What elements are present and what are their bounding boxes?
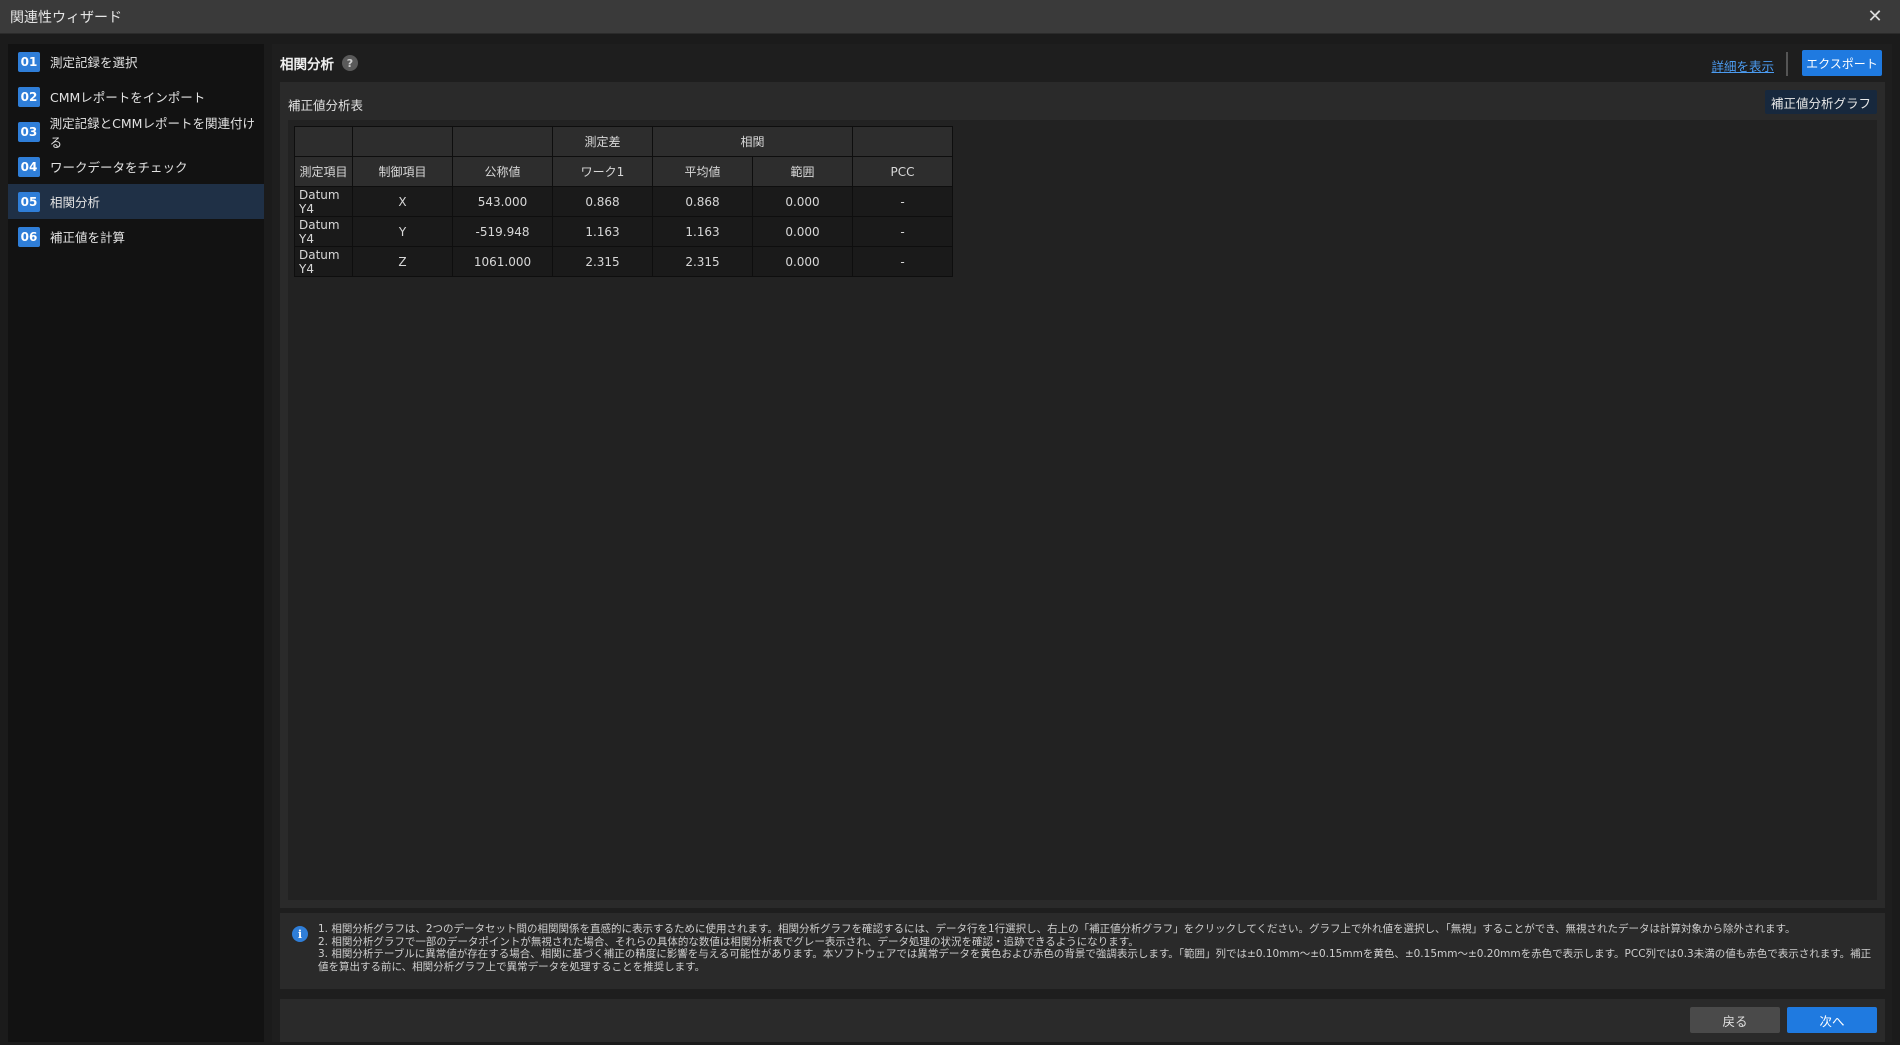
table-cell: -	[852, 246, 953, 277]
table-cell: 1061.000	[452, 246, 553, 277]
correlation-table: 測定差 相関 測定項目 制御項目 公称値 ワーク1 平均値 範囲 PCC Dat…	[294, 126, 953, 277]
step-number: 03	[18, 121, 40, 142]
table-cell: Y	[352, 216, 453, 247]
column-header[interactable]: ワーク1	[552, 156, 653, 187]
footer-bar: 戻る 次へ	[280, 999, 1885, 1042]
title-bar: 関連性ウィザード ✕	[0, 0, 1900, 34]
table-area: 測定差 相関 測定項目 制御項目 公称値 ワーク1 平均値 範囲 PCC Dat…	[288, 120, 1877, 900]
table-row[interactable]: Datum Y4 X 543.000 0.868 0.868 0.000 -	[294, 186, 953, 217]
step-label: 補正値を計算	[50, 230, 126, 245]
table-group-header-row: 測定差 相関	[294, 126, 953, 157]
card-title: 補正値分析表	[288, 98, 364, 113]
info-note-3-cont: 値を算出する前に、相関分析グラフ上で異常データを処理することを推奨します。	[318, 960, 706, 973]
column-header[interactable]: PCC	[852, 156, 953, 187]
step-import-cmm[interactable]: 02 CMMレポートをインポート	[8, 79, 264, 114]
export-button[interactable]: エクスポート	[1802, 50, 1882, 76]
back-button[interactable]: 戻る	[1690, 1007, 1780, 1033]
step-correlation-analysis[interactable]: 05 相関分析	[8, 184, 264, 219]
group-header-correlation: 相関	[652, 126, 853, 157]
wizard-steps-sidebar: 01 測定記録を選択 02 CMMレポートをインポート 03 測定記録とCMMレ…	[8, 44, 264, 1042]
step-number: 01	[18, 51, 40, 72]
info-icon: i	[292, 926, 308, 942]
step-label: CMMレポートをインポート	[50, 90, 206, 105]
step-associate[interactable]: 03 測定記録とCMMレポートを関連付ける	[8, 114, 264, 150]
next-button[interactable]: 次へ	[1787, 1007, 1877, 1033]
show-details-link[interactable]: 詳細を表示	[1711, 56, 1774, 75]
step-number: 02	[18, 86, 40, 107]
step-number: 04	[18, 156, 40, 177]
info-note-2: 2. 相関分析グラフで一部のデータポイントが無視された場合、それらの具体的な数値…	[318, 935, 1139, 948]
divider	[1786, 52, 1788, 76]
main-header: 相関分析 ? 詳細を表示 エクスポート	[272, 44, 1892, 82]
column-header[interactable]: 公称値	[452, 156, 553, 187]
info-notes: i 1. 相関分析グラフは、2つのデータセット間の相関関係を直感的に表示するため…	[280, 913, 1885, 989]
column-header[interactable]: 範囲	[752, 156, 853, 187]
table-cell: 2.315	[652, 246, 753, 277]
window-title: 関連性ウィザード	[10, 9, 122, 26]
analysis-card: 補正値分析表 補正値分析グラフ 測定差 相関 測定項目 制御項目 公称値 ワーク…	[280, 82, 1885, 908]
table-cell: -519.948	[452, 216, 553, 247]
column-header[interactable]: 制御項目	[352, 156, 453, 187]
header-cell-empty	[852, 126, 953, 157]
close-icon[interactable]: ✕	[1864, 6, 1886, 28]
column-header[interactable]: 平均値	[652, 156, 753, 187]
table-cell: 1.163	[552, 216, 653, 247]
header-cell-empty	[294, 126, 353, 157]
main-panel: 相関分析 ? 詳細を表示 エクスポート 補正値分析表 補正値分析グラフ 測定差 …	[272, 44, 1892, 1042]
table-cell: 0.868	[652, 186, 753, 217]
table-cell: Z	[352, 246, 453, 277]
info-note-1: 1. 相関分析グラフは、2つのデータセット間の相関関係を直感的に表示するために使…	[318, 923, 1796, 935]
step-select-record[interactable]: 01 測定記録を選択	[8, 44, 264, 79]
table-cell: 0.000	[752, 186, 853, 217]
step-number: 05	[18, 191, 40, 212]
page-title: 相関分析	[280, 57, 334, 73]
table-cell: 0.000	[752, 216, 853, 247]
header-cell-empty	[352, 126, 453, 157]
step-label: 相関分析	[50, 195, 101, 210]
group-header-measurement-diff: 測定差	[552, 126, 653, 157]
table-cell: 543.000	[452, 186, 553, 217]
table-row[interactable]: Datum Y4 Z 1061.000 2.315 2.315 0.000 -	[294, 246, 953, 277]
table-cell: Datum Y4	[294, 216, 353, 247]
table-cell: 1.163	[652, 216, 753, 247]
column-header[interactable]: 測定項目	[294, 156, 353, 187]
correction-graph-button[interactable]: 補正値分析グラフ	[1764, 90, 1877, 114]
table-cell: X	[352, 186, 453, 217]
step-calculate-correction[interactable]: 06 補正値を計算	[8, 219, 264, 254]
step-check-work-data[interactable]: 04 ワークデータをチェック	[8, 149, 264, 184]
table-cell: 2.315	[552, 246, 653, 277]
step-label: 測定記録を選択	[50, 55, 138, 70]
table-cell: -	[852, 186, 953, 217]
table-cell: Datum Y4	[294, 246, 353, 277]
step-label: 測定記録とCMMレポートを関連付ける	[49, 115, 255, 150]
step-label: ワークデータをチェック	[50, 160, 188, 175]
table-cell: -	[852, 216, 953, 247]
header-cell-empty	[452, 126, 553, 157]
table-cell: Datum Y4	[294, 186, 353, 217]
step-number: 06	[18, 226, 40, 247]
info-note-3: 3. 相関分析テーブルに異常値が存在する場合、相関に基づく補正の精度に影響を与え…	[318, 948, 1872, 960]
table-row[interactable]: Datum Y4 Y -519.948 1.163 1.163 0.000 -	[294, 216, 953, 247]
table-cell: 0.868	[552, 186, 653, 217]
table-cell: 0.000	[752, 246, 853, 277]
help-icon[interactable]: ?	[342, 55, 358, 71]
table-header-row: 測定項目 制御項目 公称値 ワーク1 平均値 範囲 PCC	[294, 156, 953, 187]
